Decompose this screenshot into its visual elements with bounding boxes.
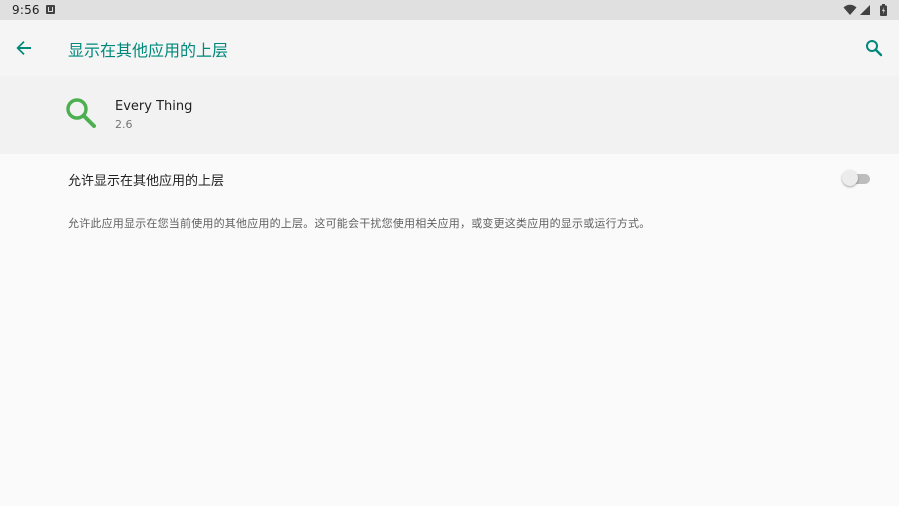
search-button[interactable] <box>859 32 891 64</box>
switch-thumb <box>842 170 858 186</box>
status-time: 9:56 <box>12 3 40 17</box>
app-header: Every Thing 2.6 <box>0 76 899 154</box>
app-bar: 显示在其他应用的上层 <box>0 20 899 76</box>
status-bar: 9:56 <box>0 0 899 20</box>
signal-icon <box>860 5 870 15</box>
accessibility-notification-icon <box>46 5 55 14</box>
page-title: 显示在其他应用的上层 <box>68 41 229 60</box>
battery-icon <box>880 4 887 16</box>
permission-switch[interactable] <box>842 170 872 188</box>
permission-description: 允许此应用显示在您当前使用的其他应用的上层。这可能会干扰您使用相关应用，或变更这… <box>68 217 651 230</box>
search-icon <box>866 40 883 57</box>
permission-toggle-row[interactable]: 允许显示在其他应用的上层 <box>0 154 899 202</box>
app-version: 2.6 <box>115 118 133 131</box>
back-button[interactable] <box>8 32 40 64</box>
magnifier-app-icon <box>66 98 96 128</box>
app-name: Every Thing <box>115 99 193 114</box>
wifi-icon <box>843 4 857 15</box>
permission-label: 允许显示在其他应用的上层 <box>68 174 225 189</box>
arrow-back-icon <box>16 41 31 55</box>
